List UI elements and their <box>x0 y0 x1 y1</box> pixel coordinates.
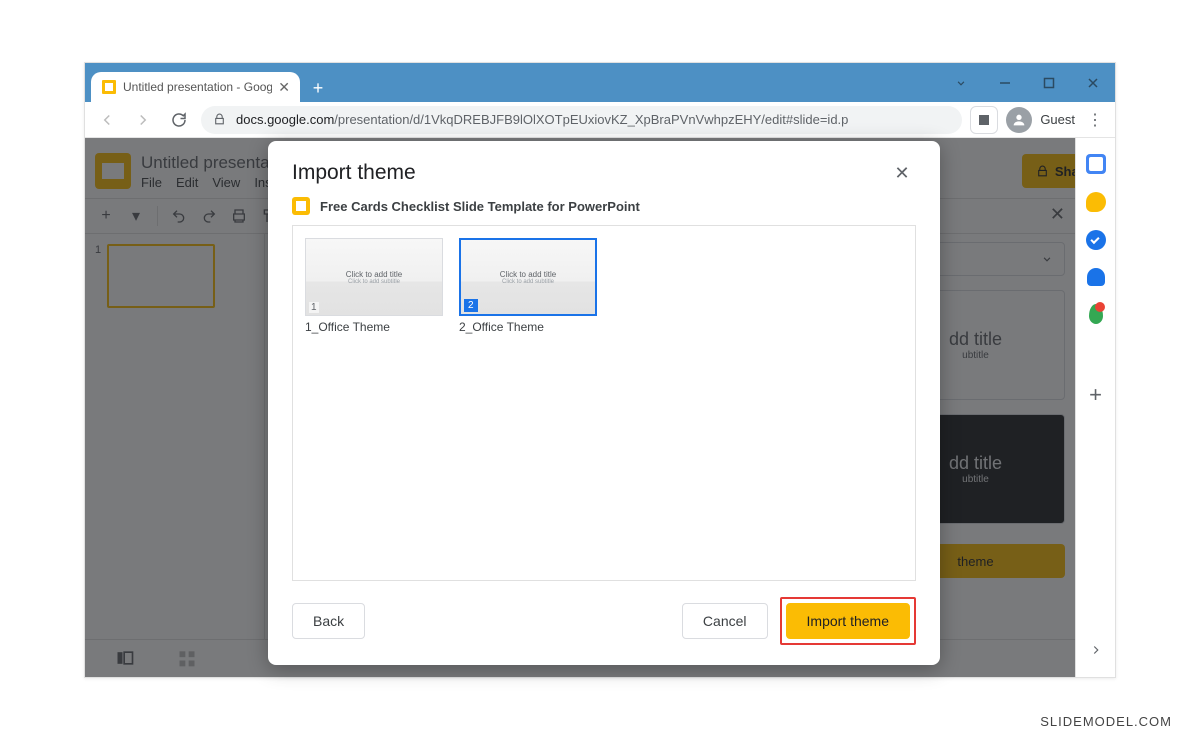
url-text: docs.google.com/presentation/d/1VkqDREBJ… <box>236 112 950 127</box>
slides-favicon-icon <box>101 79 117 95</box>
theme-option[interactable]: Click to add titleClick to add subtitle 1… <box>305 238 443 334</box>
slides-file-icon <box>292 197 310 215</box>
tab-title: Untitled presentation - Google Slides <box>123 80 272 94</box>
preview-title: Click to add title <box>346 270 402 279</box>
dialog-title: Import theme <box>292 161 416 185</box>
minimize-button[interactable] <box>983 68 1027 98</box>
maximize-button[interactable] <box>1027 68 1071 98</box>
addons-plus-icon[interactable]: + <box>1089 382 1102 408</box>
keep-icon[interactable] <box>1086 192 1106 212</box>
highlight-frame: Import theme <box>780 597 916 645</box>
profile-label: Guest <box>1040 112 1075 127</box>
preview-number: 2 <box>464 299 478 312</box>
reload-button[interactable] <box>165 106 193 134</box>
theme-label: 1_Office Theme <box>305 320 443 334</box>
new-tab-button[interactable]: + <box>304 74 332 102</box>
dialog-source-row: Free Cards Checklist Slide Template for … <box>268 197 940 225</box>
theme-option[interactable]: Click to add titleClick to add subtitle 2… <box>459 238 597 334</box>
lock-icon <box>213 113 226 126</box>
browser-window: Untitled presentation - Google Slides ✕ … <box>84 62 1116 678</box>
chevron-right-icon[interactable] <box>1089 643 1103 657</box>
window-controls <box>939 63 1115 102</box>
browser-tab[interactable]: Untitled presentation - Google Slides ✕ <box>91 72 300 102</box>
tab-strip: Untitled presentation - Google Slides ✕ … <box>85 72 939 102</box>
titlebar: Untitled presentation - Google Slides ✕ … <box>85 63 1115 102</box>
forward-button[interactable] <box>129 106 157 134</box>
browser-menu-icon[interactable]: ⋮ <box>1083 110 1107 130</box>
profile-avatar-icon[interactable] <box>1006 107 1032 133</box>
theme-preview: Click to add titleClick to add subtitle 1 <box>305 238 443 316</box>
back-button[interactable]: Back <box>292 603 365 639</box>
preview-title: Click to add title <box>500 270 556 279</box>
omnibox[interactable]: docs.google.com/presentation/d/1VkqDREBJ… <box>201 106 962 134</box>
theme-grid: Click to add titleClick to add subtitle1… <box>292 225 916 581</box>
side-panel-rail: + <box>1075 138 1115 677</box>
maps-icon[interactable] <box>1089 304 1103 324</box>
import-theme-button[interactable]: Import theme <box>786 603 910 639</box>
preview-subtitle: Click to add subtitle <box>502 279 554 285</box>
close-window-button[interactable] <box>1071 68 1115 98</box>
contacts-icon[interactable] <box>1087 268 1105 286</box>
cancel-button[interactable]: Cancel <box>682 603 768 639</box>
theme-label: 2_Office Theme <box>459 320 597 334</box>
preview-subtitle: Click to add subtitle <box>348 279 400 285</box>
chevron-down-icon[interactable] <box>939 68 983 98</box>
app-content: Untitled presentation File Edit View Ins… <box>85 138 1115 677</box>
import-theme-dialog: Import theme ✕ Free Cards Checklist Slid… <box>268 141 940 665</box>
back-button[interactable] <box>93 106 121 134</box>
dialog-header: Import theme ✕ <box>268 141 940 197</box>
address-bar: docs.google.com/presentation/d/1VkqDREBJ… <box>85 102 1115 138</box>
theme-preview: Click to add titleClick to add subtitle 2 <box>459 238 597 316</box>
dialog-footer: Back Cancel Import theme <box>268 581 940 665</box>
install-app-icon[interactable] <box>970 106 998 134</box>
dialog-close-button[interactable]: ✕ <box>888 159 916 187</box>
calendar-icon[interactable] <box>1086 154 1106 174</box>
close-tab-icon[interactable]: ✕ <box>278 80 290 94</box>
dialog-source-name: Free Cards Checklist Slide Template for … <box>320 199 640 214</box>
watermark: SLIDEMODEL.COM <box>1040 714 1172 729</box>
preview-number: 1 <box>309 302 319 313</box>
tasks-icon[interactable] <box>1086 230 1106 250</box>
